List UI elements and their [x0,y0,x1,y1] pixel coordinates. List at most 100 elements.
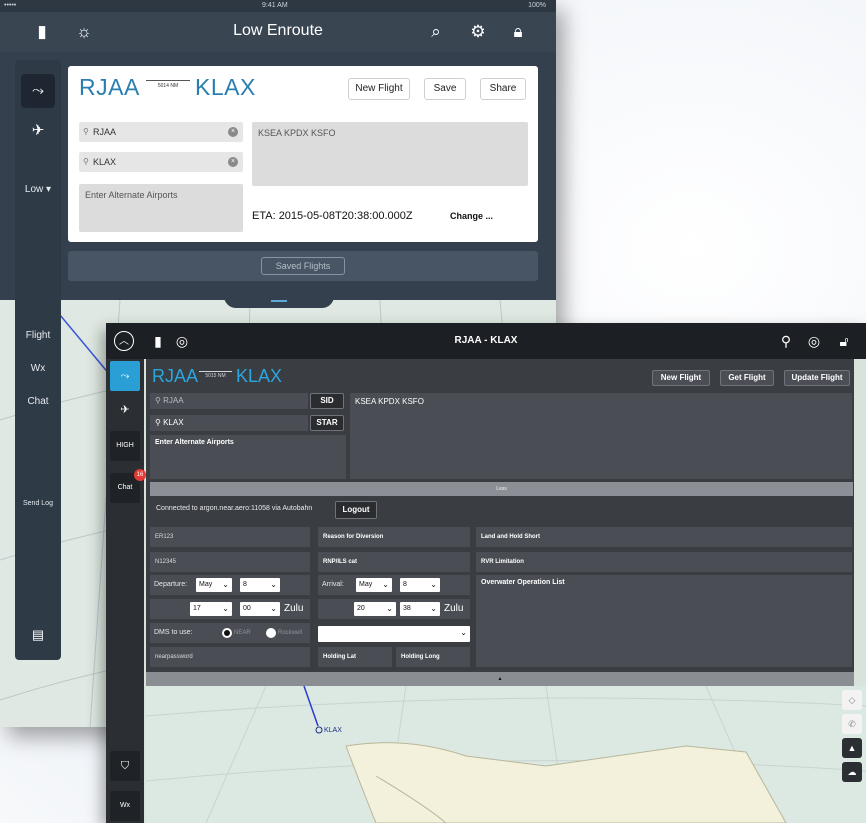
map-terrain-icon[interactable]: ▲ [842,738,862,758]
message-icon[interactable]: ▤ [21,618,55,652]
dms-near-radio[interactable] [222,628,232,638]
departure-hour-value: 17 [193,605,201,612]
search-icon: ⚲ [83,157,89,166]
map-weather-icon[interactable]: ☁ [842,762,862,782]
map-compass-icon[interactable]: ◇ [842,690,862,710]
map-phone-icon[interactable]: ✆ [842,714,862,734]
airplane-icon[interactable]: ✈ [110,395,140,425]
search-icon[interactable]: ⚲ [776,331,796,351]
arrival-hour-select[interactable]: 20 ⌄ [354,602,396,616]
get-flight-button[interactable]: Get Flight [720,370,774,386]
unlock-icon[interactable]: 🔓︎ [834,331,854,351]
update-flight-button[interactable]: Update Flight [784,370,850,386]
logout-button[interactable]: Logout [335,501,377,519]
airplane-icon[interactable]: ✈ [21,114,55,148]
sidebar-item-chat[interactable]: Chat [15,396,61,407]
holding-long-field[interactable]: Holding Long [396,647,470,667]
sidebar-item-chat[interactable]: Chat 16 [110,469,146,503]
search-icon: ⚲ [155,418,164,427]
route-icon[interactable]: ⤳ [21,74,55,108]
clear-icon[interactable]: × [228,157,238,167]
drawer-handle[interactable] [224,296,334,308]
rvr-limitation-field[interactable]: RVR Limitation [476,552,852,572]
departure-hour-select[interactable]: 17 ⌄ [190,602,232,616]
target-icon[interactable]: ◎ [804,331,824,351]
origin-placeholder: RJAA [163,396,184,405]
departure-month-select[interactable]: May ⌄ [196,578,232,592]
chevron-down-icon: ⌄ [222,604,229,613]
clear-icon[interactable]: × [228,127,238,137]
waypoints-field[interactable]: KSEA KPDX KSFO [350,393,852,479]
origin-input[interactable]: ⚲ RJAA [150,393,308,409]
save-button[interactable]: Save [424,78,466,100]
origin-input[interactable]: ⚲ RJAA × [79,122,243,142]
tail-number-input[interactable]: N12345 [150,552,310,572]
waypoints-field[interactable]: KSEA KPDX KSFO [252,122,528,186]
new-flight-button[interactable]: New Flight [652,370,710,386]
arrival-zulu-label: Zulu [444,603,464,614]
flight-id-input[interactable]: ER123 [150,527,310,547]
arrival-month-select[interactable]: May ⌄ [356,578,392,592]
battery-level: 100% [528,2,546,9]
departure-minute-select[interactable]: 00 ⌄ [240,602,280,616]
saved-flights-button[interactable]: Saved Flights [261,257,345,275]
departure-day-select[interactable]: 8 ⌄ [240,578,280,592]
alternate-airports-input[interactable]: Enter Alternate Airports [79,184,243,232]
destination-value: KLAX [163,418,184,427]
chevron-down-icon: ⌄ [386,604,393,613]
overwater-operation-list[interactable]: Overwater Operation List [476,575,852,667]
change-eta-link[interactable]: Change ... [450,211,493,221]
rnp-ils-cat-field[interactable]: RNP/ILS cat [318,552,470,572]
arrival-day-value: 8 [403,581,407,588]
alternate-airports-input[interactable]: Enter Alternate Airports [150,435,346,479]
arrival-label: Arrival: [322,581,344,588]
map-airport-label: KLAX [324,727,342,734]
sidebar-item-wx[interactable]: Wx [110,791,140,821]
land-and-hold-short-field[interactable]: Land and Hold Short [476,527,852,547]
sidebar-item-send-log[interactable]: Send Log [15,500,61,507]
star-button[interactable]: STAR [310,415,344,431]
sidebar-item-wx[interactable]: Wx [15,363,61,374]
panel-collapse-handle[interactable]: ▴ [146,672,854,686]
layer-selector[interactable]: Low ▾ [15,184,61,195]
departure-month-value: May [199,581,213,588]
chevron-down-icon: ⌄ [270,604,277,613]
sidebar-item-flight[interactable]: Flight [15,330,61,341]
search-icon[interactable]: ⌕ [424,20,448,44]
chevron-down-icon: ⌄ [222,580,229,589]
saved-flights-bar: Saved Flights [68,251,538,281]
share-button[interactable]: Share [480,78,526,100]
arrival-minute-select[interactable]: 38 ⌄ [400,602,440,616]
shield-icon[interactable]: ⛉ [110,751,140,781]
dms-rockwell-radio[interactable] [266,628,276,638]
lock-icon[interactable]: 🔒︎ [506,20,530,44]
layer-high-button[interactable]: HIGH [110,431,140,461]
departure-minute-value: 00 [243,605,251,612]
arrival-day-select[interactable]: 8 ⌄ [400,578,440,592]
gear-icon[interactable]: ⚙ [466,20,490,44]
holding-lat-field[interactable]: Holding Lat [318,647,392,667]
origin-value: RJAA [93,127,117,137]
dms-select[interactable]: ⌄ [318,626,470,642]
destination-input[interactable]: ⚲ KLAX × [79,152,243,172]
reason-for-diversion-field[interactable]: Reason for Diversion [318,527,470,547]
password-input[interactable]: nearpassword [150,647,310,667]
less-toggle-bar[interactable]: Less [150,482,853,496]
map-view[interactable]: KLAX ◇ ✆ ▲ ☁ [146,686,866,823]
route-icon[interactable]: ⤳ [110,361,140,391]
chevron-down-icon: ⌄ [430,580,437,589]
departure-zulu-label: Zulu [284,603,304,614]
route-destination: KLAX [236,366,283,386]
chevron-down-icon: ⌄ [382,580,389,589]
new-flight-button[interactable]: New Flight [348,78,410,100]
chevron-down-icon: ⌄ [460,628,467,637]
desktop-window: ︿ ▮ ◎ RJAA - KLAX ⚲ ◎ 🔓︎ ⤳ ✈ HIGH Chat 1… [106,323,866,823]
dms-rockwell-label: Rockwell [278,630,303,636]
destination-input[interactable]: ⚲ KLAX [150,415,308,431]
dms-label: DMS to use: [154,629,193,636]
connection-status: Connected to argon.near.aero:11058 via A… [156,505,313,512]
handle-grip [271,300,287,302]
sid-button[interactable]: SID [310,393,344,409]
flight-plan-panel: RJAA 5015 NM KLAX New Flight Get Flight … [146,359,854,686]
route-origin: RJAA [152,366,199,386]
